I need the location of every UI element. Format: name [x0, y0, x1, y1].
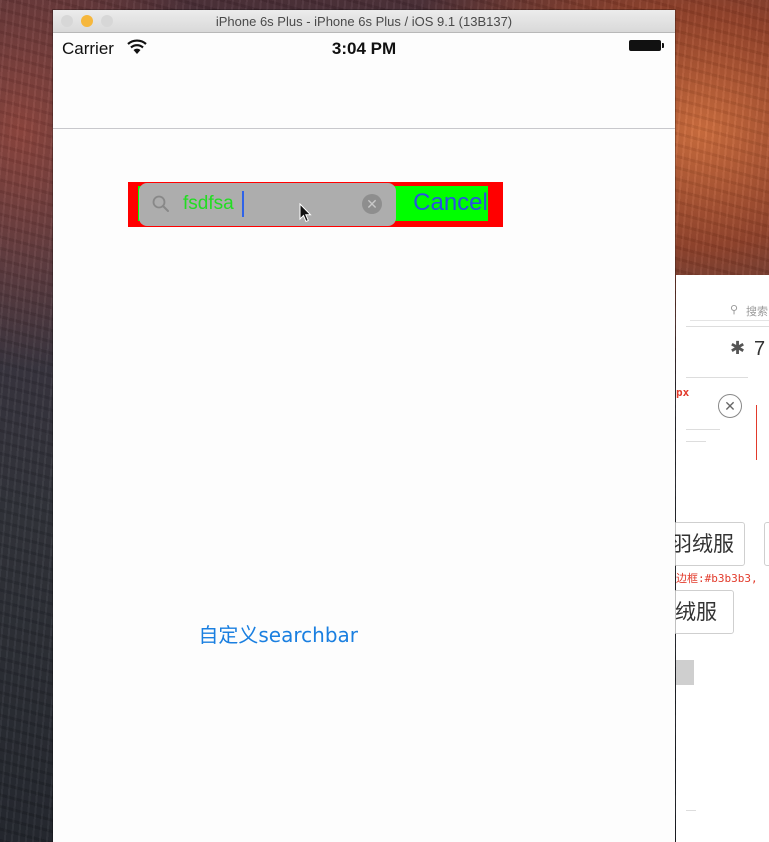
background-search-placeholder: 搜索	[746, 306, 768, 318]
battery-icon	[629, 40, 661, 51]
background-search-field[interactable]: ⚲ 搜索	[690, 300, 769, 321]
battery-tip	[662, 43, 664, 48]
background-number: 7	[754, 338, 766, 360]
custom-searchbar-link[interactable]: 自定义searchbar	[0, 619, 358, 648]
search-icon: ⚲	[730, 304, 739, 316]
simulator-window: iPhone 6s Plus - iPhone 6s Plus / iOS 9.…	[53, 10, 675, 842]
close-icon[interactable]: ✕	[718, 394, 742, 418]
mouse-cursor-icon	[299, 202, 312, 228]
background-block	[676, 660, 694, 685]
border-note: 边框:#b3b3b3,	[676, 572, 758, 585]
search-input-value: fsdfsa	[183, 193, 234, 214]
divider	[686, 441, 706, 442]
status-bar: Carrier 3:04 PM	[53, 33, 675, 63]
measure-annotation	[756, 405, 769, 460]
measure-label-px: px	[676, 386, 690, 399]
divider	[686, 377, 748, 378]
divider	[686, 326, 769, 327]
navigation-bar	[53, 63, 675, 129]
search-input[interactable]	[139, 183, 396, 226]
clear-icon[interactable]: ✕	[362, 194, 382, 214]
divider	[686, 429, 720, 430]
window-titlebar[interactable]: iPhone 6s Plus - iPhone 6s Plus / iOS 9.…	[53, 10, 675, 33]
window-title: iPhone 6s Plus - iPhone 6s Plus / iOS 9.…	[215, 14, 513, 29]
cancel-button[interactable]: Cancel	[408, 189, 493, 217]
bluetooth-icon: ✱	[730, 338, 746, 358]
tag-button-partial[interactable]	[764, 522, 769, 566]
search-icon	[152, 195, 170, 218]
text-caret	[242, 191, 244, 217]
status-time: 3:04 PM	[331, 39, 397, 58]
divider	[686, 810, 696, 811]
